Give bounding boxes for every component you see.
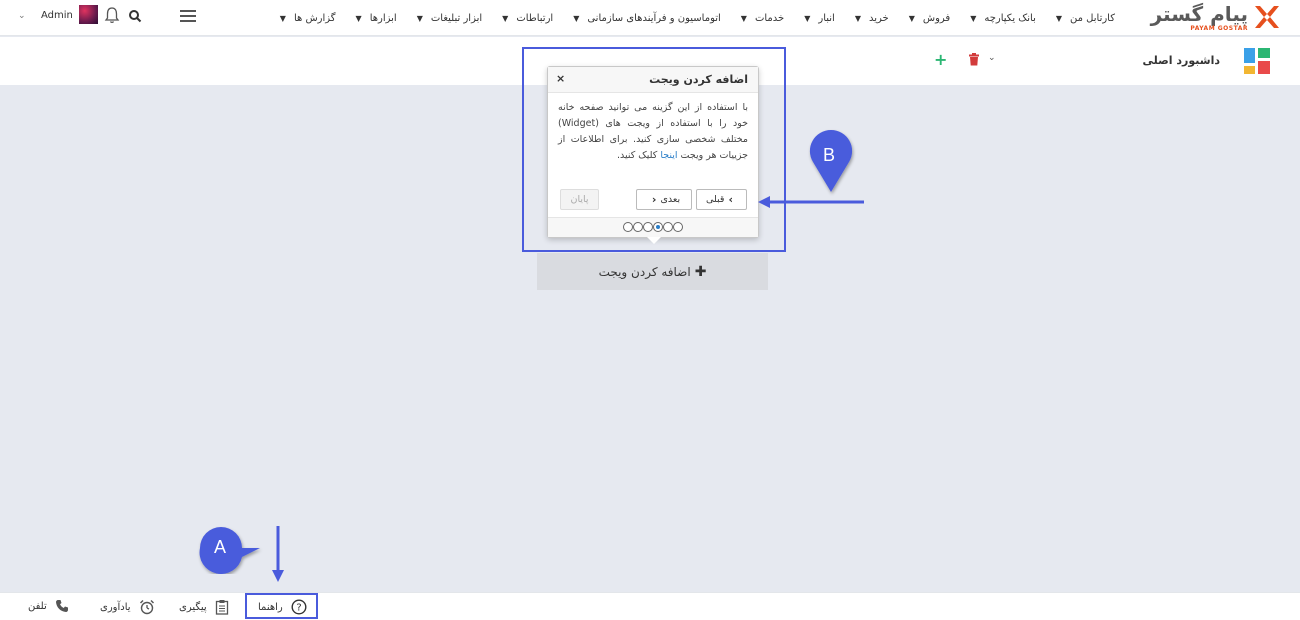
- popover-link[interactable]: اینجا: [660, 150, 677, 161]
- chevron-down-icon: ▼: [854, 13, 861, 23]
- close-icon[interactable]: ×: [556, 72, 565, 85]
- phone-icon: [55, 600, 68, 612]
- popover-text-end: کلیک کنید.: [617, 150, 661, 161]
- next-label: بعدی: [660, 194, 681, 205]
- annotation-label-b: B: [823, 145, 836, 165]
- step-dot[interactable]: [653, 222, 663, 232]
- menu-item-services[interactable]: خدمات ▼: [741, 13, 784, 24]
- popover-buttons: قبلی ‹ › بعدی پایان: [548, 189, 758, 211]
- top-navbar: پیام گستر PAYAM GOSTAR کارتابل من ▼ بانک …: [0, 0, 1300, 36]
- next-button[interactable]: › بعدی: [636, 189, 692, 210]
- menu-item-warehouse[interactable]: انبار ▼: [804, 13, 835, 24]
- menu-label: کارتابل من: [1070, 12, 1115, 24]
- followup-button[interactable]: پیگیری: [179, 599, 229, 615]
- arrow-down-icon: [272, 526, 284, 582]
- trash-icon[interactable]: [968, 53, 980, 66]
- step-dot[interactable]: [633, 222, 643, 232]
- step-dot[interactable]: [623, 222, 633, 232]
- step-dot[interactable]: [663, 222, 673, 232]
- add-dashboard-button[interactable]: +: [934, 50, 947, 69]
- page-title: داشبورد اصلی: [1142, 54, 1220, 67]
- tour-popover: اضافه کردن ویجت × با استفاده از این گزین…: [547, 66, 759, 238]
- chevron-down-icon: ▼: [502, 13, 509, 23]
- chevron-down-icon: ▼: [908, 13, 915, 23]
- end-label: پایان: [570, 194, 589, 205]
- popover-footer: [548, 217, 758, 237]
- chevron-down-icon: ▼: [970, 13, 977, 23]
- menu-label: ارتباطات: [516, 12, 554, 24]
- chevron-down-icon: ▼: [804, 13, 811, 23]
- step-dot[interactable]: [673, 222, 683, 232]
- step-indicator: [623, 222, 683, 232]
- hamburger-icon[interactable]: [180, 10, 196, 22]
- main-menu: کارتابل من ▼ بانک یکپارچه ▼ فروش ▼ خرید ▼ ان…: [260, 0, 1115, 36]
- menu-item-tools[interactable]: ابزارها ▼: [356, 13, 397, 24]
- menu-label: خرید: [868, 12, 889, 24]
- popover-body: با استفاده از این گزینه می توانید صفحه خ…: [548, 93, 758, 181]
- menu-item-reports[interactable]: گزارش ها ▼: [280, 13, 336, 24]
- phone-button[interactable]: تلفن: [28, 599, 69, 613]
- search-icon[interactable]: [128, 9, 142, 23]
- alarm-clock-icon: [139, 600, 154, 615]
- menu-label: بانک یکپارچه: [984, 12, 1036, 24]
- reminder-button[interactable]: یادآوری: [100, 599, 155, 615]
- logo-text: پیام گستر: [1150, 2, 1248, 26]
- popover-arrow: [647, 237, 661, 244]
- menu-item-kartabl[interactable]: کارتابل من ▼: [1056, 13, 1115, 24]
- chevron-right-icon: ›: [651, 193, 657, 206]
- add-widget-button[interactable]: ✚ اضافه کردن ویجت: [537, 253, 768, 290]
- annotation-marker-a: [199, 527, 260, 574]
- arrow-left-icon: [758, 196, 864, 208]
- menu-label: گزارش ها: [293, 12, 336, 24]
- menu-item-communications[interactable]: ارتباطات ▼: [502, 13, 553, 24]
- chevron-down-icon: ▼: [355, 13, 362, 23]
- end-button[interactable]: پایان: [560, 189, 599, 210]
- clipboard-icon: [215, 600, 228, 615]
- chevron-down-icon[interactable]: ⌄: [988, 53, 996, 63]
- menu-label: خدمات: [754, 12, 785, 24]
- logo-mark-icon: [1255, 6, 1279, 28]
- help-highlight-frame: [245, 593, 318, 619]
- logo-subtext: PAYAM GOSTAR: [1190, 25, 1248, 32]
- followup-label: پیگیری: [179, 601, 207, 613]
- phone-label: تلفن: [28, 600, 47, 612]
- bottom-bar: تلفن یادآوری پیگیری ? راهنما: [0, 592, 1300, 620]
- bell-icon[interactable]: [104, 6, 120, 24]
- menu-item-bank[interactable]: بانک یکپارچه ▼: [970, 13, 1036, 24]
- menu-label: اتوماسیون و فرآیندهای سازمانی: [587, 12, 721, 24]
- reminder-label: یادآوری: [100, 601, 131, 613]
- logo[interactable]: پیام گستر PAYAM GOSTAR: [1147, 2, 1282, 32]
- plus-icon: ✚: [694, 263, 707, 280]
- prev-button[interactable]: قبلی ‹: [696, 189, 747, 210]
- chevron-down-icon: ▼: [279, 13, 286, 23]
- menu-item-automation[interactable]: اتوماسیون و فرآیندهای سازمانی ▼: [573, 13, 721, 24]
- add-widget-label: اضافه کردن ویجت: [598, 264, 691, 279]
- chevron-down-icon: ▼: [740, 13, 747, 23]
- chevron-down-icon[interactable]: ⌄: [18, 11, 26, 21]
- menu-label: ابزار تبلیغات: [430, 12, 483, 24]
- chevron-down-icon: ▼: [573, 13, 580, 23]
- popover-title: اضافه کردن ویجت: [649, 73, 748, 86]
- chevron-down-icon: ▼: [1055, 13, 1063, 23]
- prev-label: قبلی: [705, 194, 725, 205]
- user-name[interactable]: Admin: [41, 10, 73, 21]
- popover-header: اضافه کردن ویجت ×: [548, 67, 758, 93]
- avatar[interactable]: [79, 5, 98, 24]
- menu-item-sales[interactable]: فروش ▼: [909, 13, 951, 24]
- chevron-down-icon: ▼: [416, 13, 423, 23]
- dashboard-icon: [1244, 48, 1270, 74]
- menu-label: انبار: [818, 12, 835, 24]
- menu-item-ad-tools[interactable]: ابزار تبلیغات ▼: [417, 13, 482, 24]
- menu-label: ابزارها: [369, 12, 397, 24]
- step-dot[interactable]: [643, 222, 653, 232]
- annotation-label-a: A: [214, 537, 227, 557]
- menu-item-purchase[interactable]: خرید ▼: [855, 13, 889, 24]
- chevron-left-icon: ‹: [728, 193, 734, 206]
- menu-label: فروش: [922, 12, 951, 24]
